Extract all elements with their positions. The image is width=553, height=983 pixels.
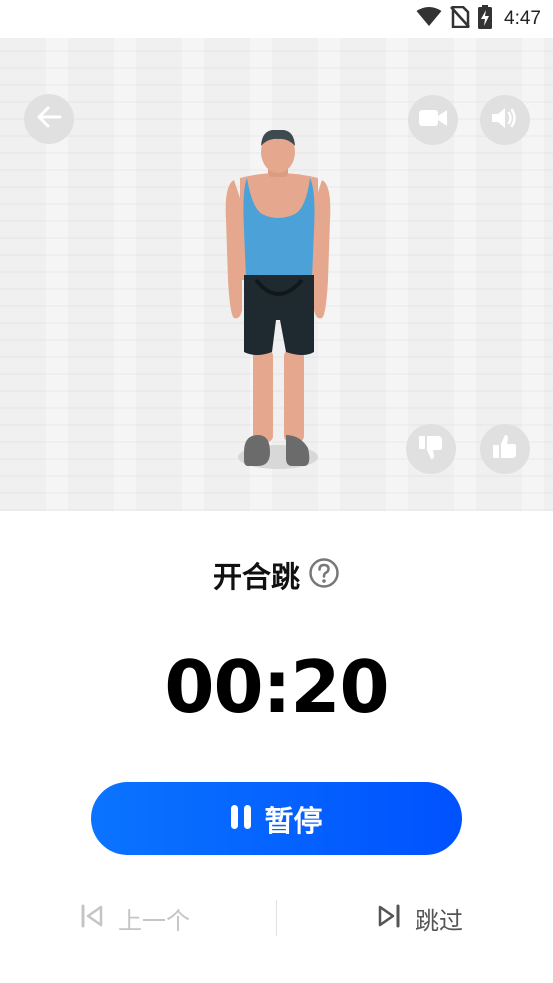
pause-button[interactable]: 暂停 [91, 782, 462, 855]
previous-button[interactable]: 上一个 [80, 890, 190, 946]
speaker-icon [491, 106, 519, 134]
exercise-title-row: 开合跳 [0, 554, 553, 596]
no-sim-icon [450, 5, 470, 32]
skip-button[interactable]: 跳过 [377, 890, 463, 946]
back-button[interactable] [24, 94, 74, 144]
countdown-timer: 00:20 [164, 645, 389, 729]
exercise-navigation: 上一个 跳过 [0, 890, 553, 946]
exercise-figure [225, 130, 331, 469]
skip-label: 跳过 [415, 906, 463, 935]
video-camera-icon [419, 108, 447, 132]
sound-button[interactable] [480, 95, 530, 145]
video-button[interactable] [408, 95, 458, 145]
exercise-title: 开合跳 [212, 560, 300, 594]
nav-divider [276, 900, 277, 936]
dislike-button[interactable] [406, 424, 456, 474]
wifi-icon [416, 7, 442, 31]
status-icons: 4:47 [416, 5, 541, 33]
status-time: 4:47 [504, 8, 541, 29]
back-arrow-icon [36, 104, 62, 134]
battery-charging-icon [478, 5, 493, 33]
question-circle-icon[interactable] [308, 557, 340, 593]
exercise-video[interactable] [0, 38, 553, 511]
thumbs-up-icon [492, 434, 518, 464]
next-icon [377, 904, 401, 932]
previous-label: 上一个 [118, 906, 190, 935]
previous-icon [80, 904, 104, 932]
like-button[interactable] [480, 424, 530, 474]
pause-label: 暂停 [264, 803, 323, 838]
pause-icon [230, 804, 252, 834]
thumbs-down-icon [418, 434, 444, 464]
status-bar: 4:47 [0, 0, 553, 38]
